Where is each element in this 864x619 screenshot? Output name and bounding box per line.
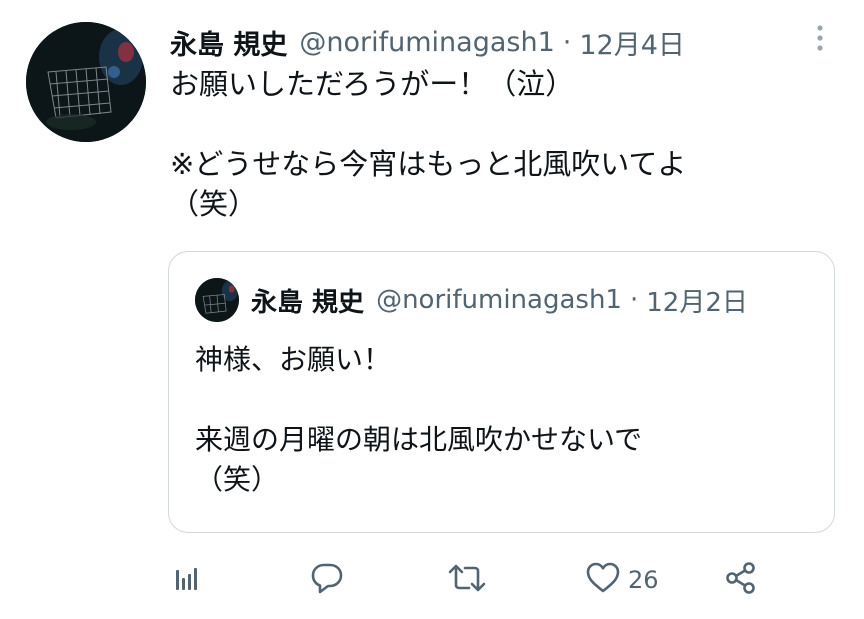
user-handle[interactable]: @norifuminagash1 [299,27,554,58]
quoted-text-line: （笑） [195,463,280,496]
more-options-icon[interactable] [805,22,835,54]
quoted-text-line: 来週の月曜の朝は北風吹かせないで [195,423,643,456]
quoted-user-handle: @norifuminagash1 [376,285,622,315]
avatar[interactable] [26,22,146,142]
separator: · [629,285,639,315]
analytics-icon [170,560,206,600]
share-button[interactable] [722,556,760,604]
like-button[interactable]: 26 [584,556,659,604]
quoted-tweet[interactable]: 永島 規史 @norifuminagash1 · 12月2日 神様、お願い！ 来… [168,251,835,533]
tweet-date[interactable]: 12月4日 [579,23,685,62]
reply-button[interactable] [308,556,346,604]
tweet-text: お願いしただろうがー！（泣） ※どうせなら今宵はもっと北風吹いてよ （笑） [170,64,810,224]
quoted-display-name: 永島 規史 [251,287,365,318]
separator: · [562,26,572,58]
tweet-header: 永島 規史 @norifuminagash1 · 12月4日 [170,22,685,62]
tweet-text-line: （笑） [170,187,258,221]
reply-icon [308,559,346,601]
quoted-date: 12月2日 [646,287,748,318]
retweet-icon [446,559,488,601]
tweet-text-line: ※どうせなら今宵はもっと北風吹いてよ [170,147,687,181]
like-count: 26 [628,566,659,594]
tweet: 永島 規史 @norifuminagash1 · 12月4日 お願いしただろうが… [0,0,864,619]
quoted-text-line: 神様、お願い！ [195,343,392,376]
quoted-avatar [195,278,239,322]
quoted-header: 永島 規史 @norifuminagash1 · 12月2日 [251,280,748,320]
display-name[interactable]: 永島 規史 [170,23,287,62]
tweet-text-line: お願いしただろうがー！（泣） [170,67,575,101]
share-icon [722,559,760,601]
retweet-button[interactable] [446,556,488,604]
quoted-text: 神様、お願い！ 来週の月曜の朝は北風吹かせないで （笑） [195,340,805,500]
heart-icon [584,560,622,600]
analytics-button[interactable] [170,556,206,604]
action-bar: 26 [170,556,770,604]
